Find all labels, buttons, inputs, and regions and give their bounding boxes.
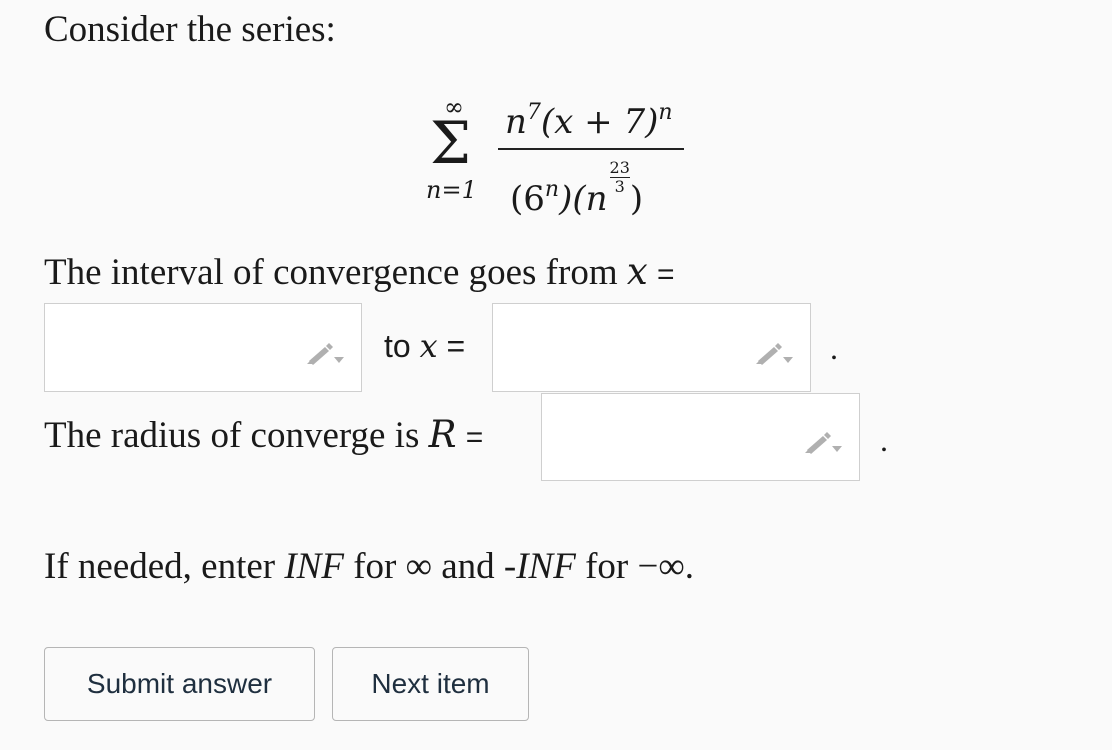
- interval-eq: =: [656, 258, 675, 291]
- exp-frac-bottom: 3: [614, 177, 625, 196]
- radius-period: .: [880, 422, 888, 458]
- pencil-icon[interactable]: [803, 430, 843, 454]
- series-sum: ∞ Σ n=1: [420, 95, 490, 215]
- to-word: to: [384, 328, 411, 364]
- denominator-open: (6: [510, 179, 545, 219]
- hint-part-3: for −∞.: [585, 546, 694, 587]
- interval-prefix: The interval of convergence goes from: [44, 252, 618, 293]
- interval-period: .: [830, 330, 838, 366]
- denominator-fraction-exponent: 23 3: [609, 158, 630, 196]
- hint-text: If needed, enter INF for ∞ and -INF for …: [44, 545, 694, 589]
- radius-var: R: [428, 413, 457, 456]
- interval-var: x: [626, 250, 648, 293]
- numerator-paren-exponent: n: [658, 100, 673, 125]
- lower-bound-input[interactable]: [44, 303, 362, 392]
- radius-input[interactable]: [541, 393, 860, 481]
- exp-frac-top: 23: [609, 158, 630, 177]
- pencil-icon[interactable]: [305, 341, 345, 365]
- question-heading: Consider the series:: [44, 9, 336, 50]
- hint-part-1: If needed, enter: [44, 546, 276, 587]
- to-var: x: [419, 327, 438, 365]
- submit-answer-button[interactable]: Submit answer: [44, 647, 315, 721]
- denominator-mid: )(n: [559, 179, 608, 219]
- hint-neg-inf: INF: [516, 546, 576, 587]
- fraction-bar: [498, 148, 684, 150]
- pencil-icon[interactable]: [754, 341, 794, 365]
- numerator-exponent: 7: [526, 100, 541, 125]
- radius-prefix: The radius of converge is: [44, 415, 420, 456]
- denominator-close: ): [629, 179, 644, 219]
- hint-part-2: for ∞ and -: [353, 546, 517, 587]
- denominator-exponent: n: [544, 177, 560, 202]
- series-denominator: (6n)(n 23 3): [510, 160, 643, 220]
- numerator-base: n: [505, 102, 527, 142]
- radius-eq: =: [465, 421, 484, 454]
- to-label: to x =: [384, 326, 465, 366]
- upper-bound-input[interactable]: [492, 303, 811, 392]
- numerator-paren: (x + 7): [540, 102, 659, 142]
- next-item-button[interactable]: Next item: [332, 647, 529, 721]
- sum-lower-limit: n=1: [426, 176, 477, 204]
- radius-prompt: The radius of converge is R =: [44, 413, 483, 460]
- sigma-symbol: Σ: [430, 109, 472, 177]
- interval-prompt: The interval of convergence goes from x …: [44, 250, 675, 297]
- hint-inf: INF: [284, 546, 344, 587]
- to-eq: =: [446, 328, 466, 364]
- series-numerator: n7(x + 7)n: [505, 92, 673, 143]
